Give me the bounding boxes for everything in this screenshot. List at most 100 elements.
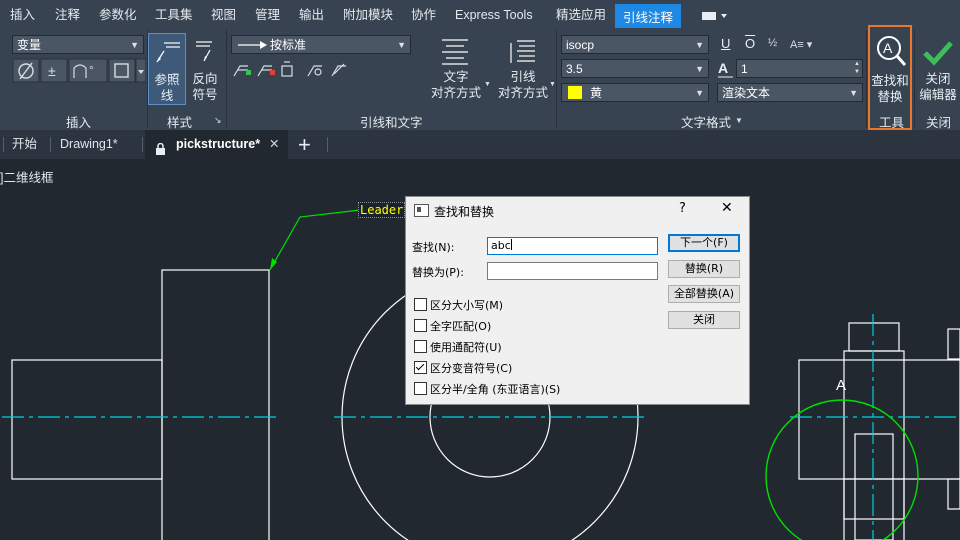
option-label: 使用通配符(U) (430, 341, 502, 354)
close-editor-button[interactable]: 关闭 编辑器 (916, 33, 960, 105)
option-match-case[interactable]: 区分大小写(M) (414, 297, 503, 313)
find-replace-icon: A (875, 34, 907, 73)
menu-leader-annotation[interactable]: 引线注释 (615, 4, 682, 28)
dialog-close-button[interactable]: ✕ (721, 200, 733, 216)
find-input[interactable]: abc (487, 237, 658, 255)
option-label: 全字匹配(O) (430, 320, 492, 333)
replace-button[interactable]: 替换(R) (668, 260, 740, 278)
text-align-button[interactable]: 文字 对齐方式 ▼ (430, 33, 491, 105)
tab-pickstructure[interactable]: pickstructure* ✕ (145, 130, 288, 159)
text-align-icon (440, 37, 470, 70)
tab-pickstructure-label: pickstructure* (176, 137, 261, 151)
find-input-value: abc (491, 239, 511, 252)
underline-button[interactable]: U (721, 36, 730, 51)
menu-addins[interactable]: 附加模块 (343, 0, 393, 28)
chevron-down-icon: ▼ (695, 64, 704, 74)
checkbox[interactable] (414, 361, 427, 374)
tab-separator (3, 137, 4, 152)
svg-text:°: ° (89, 63, 94, 77)
chevron-down-icon: ▼ (397, 40, 406, 50)
chevron-down-icon[interactable]: ▼ (735, 116, 743, 125)
chevron-down-icon: ▼ (695, 88, 704, 98)
dialog-launcher-icon[interactable]: ↘ (214, 115, 222, 126)
dialog-title: 查找和替换 (434, 205, 495, 219)
option-whole-word[interactable]: 全字匹配(O) (414, 318, 491, 334)
menu-manage[interactable]: 管理 (255, 0, 280, 28)
find-replace-label: 查找和 替换 (871, 74, 909, 104)
text-case-icon[interactable]: A≡ ▾ (790, 38, 812, 51)
menu-view[interactable]: 视图 (211, 0, 236, 28)
document-tabs: 开始 Drawing1* pickstructure* ✕ + (0, 130, 960, 159)
menu-insert[interactable]: 插入 (10, 0, 35, 28)
tab-start[interactable]: 开始 (12, 130, 37, 159)
find-replace-button[interactable]: A 查找和 替换 工具 (868, 25, 912, 130)
overline-button[interactable]: O (745, 36, 755, 51)
chevron-down-icon: ▼ (695, 40, 704, 50)
add-tab-button[interactable]: + (298, 130, 311, 159)
menu-collaborate[interactable]: 协作 (411, 0, 436, 28)
spinner-icon[interactable]: ▲ ▼ (854, 60, 860, 76)
svg-text:±: ± (48, 63, 56, 79)
menu-parametric[interactable]: 参数化 (99, 0, 137, 28)
checkbox[interactable] (414, 382, 427, 395)
leader-text[interactable]: Leader (358, 202, 406, 218)
checkbox[interactable] (414, 298, 427, 311)
font-value: isocp (566, 38, 595, 52)
panel-toggle-icon[interactable] (702, 10, 728, 20)
layer-dropdown-value: 变量 (17, 38, 42, 52)
option-label: 区分半/全角 (东亚语言)(S) (430, 383, 561, 396)
reverse-symbol-button[interactable]: 反向 符号 (188, 33, 222, 105)
leader-group-label: 引线和文字 (360, 116, 423, 130)
close-icon[interactable]: ✕ (269, 130, 279, 159)
text-color-dropdown[interactable]: 黄 ▼ (561, 83, 709, 102)
find-next-button[interactable]: 下一个(F) (668, 234, 740, 252)
menu-annotate[interactable]: 注释 (55, 0, 80, 28)
dialog-app-icon (414, 204, 429, 217)
find-replace-dialog: 查找和替换 ? ✕ 查找(N): abc 替换为(P): 下一个(F) 替换(R… (405, 196, 750, 405)
reverse-symbol-label: 反向 符号 (192, 72, 218, 102)
menu-output[interactable]: 输出 (299, 0, 324, 28)
help-button[interactable]: ? (679, 201, 686, 216)
text-format-group-label: 文字格式 (681, 116, 732, 130)
reference-line-icon (154, 37, 182, 70)
tab-drawing1[interactable]: Drawing1* (60, 130, 118, 159)
option-label: 区分大小写(M) (430, 299, 504, 312)
stack-icon[interactable]: ½ (768, 37, 777, 49)
reference-line-label: 参照 线 (154, 73, 180, 103)
chevron-down-icon: ▼ (849, 88, 858, 98)
option-wildcards[interactable]: 使用通配符(U) (414, 339, 502, 355)
checkbox[interactable] (414, 340, 427, 353)
leader-align-button[interactable]: 引线 对齐方式 ▼ (497, 33, 556, 105)
color-swatch (568, 86, 582, 99)
close-editor-label: 关闭 编辑器 (919, 72, 957, 102)
replace-input[interactable] (487, 262, 658, 280)
reference-line-button[interactable]: 参照 线 (148, 33, 186, 105)
menu-featured-apps[interactable]: 精选应用 (556, 0, 606, 28)
insert-group-label: 插入 (66, 116, 92, 130)
menu-toolsets[interactable]: 工具集 (155, 0, 193, 28)
font-dropdown[interactable]: isocp ▼ (561, 35, 709, 54)
close-group-label: 关闭 (926, 116, 952, 130)
tools-group-label: 工具 (879, 116, 905, 130)
checkbox[interactable] (414, 319, 427, 332)
arrow-style-dropdown[interactable]: 按标准 ▼ (231, 35, 411, 54)
option-diacritics[interactable]: 区分变音符号(C) (414, 360, 512, 376)
tab-separator (327, 137, 328, 152)
option-half-full-width[interactable]: 区分半/全角 (东亚语言)(S) (414, 381, 560, 397)
symbol-buttons: ± ° (12, 58, 147, 84)
render-text-dropdown[interactable]: 渲染文本 ▼ (717, 83, 863, 102)
reverse-symbol-icon (192, 36, 220, 69)
menu-express-tools[interactable]: Express Tools (455, 0, 533, 28)
close-button[interactable]: 关闭 (668, 311, 740, 329)
tab-separator (142, 137, 143, 152)
replace-all-button[interactable]: 全部替换(A) (668, 285, 740, 303)
text-align-label: 文字 对齐方式 (430, 70, 481, 100)
width-factor-input[interactable]: 1 ▲ ▼ (736, 59, 863, 78)
arrow-style-value: 按标准 (270, 38, 307, 52)
leader-tool-icons (232, 60, 352, 80)
text-height-dropdown[interactable]: 3.5 ▼ (561, 59, 709, 78)
menu-bar: 插入 注释 参数化 工具集 视图 管理 输出 附加模块 协作 Express T… (0, 0, 960, 28)
layer-dropdown[interactable]: 变量 ▼ (12, 35, 144, 54)
replace-label: 替换为(P): (412, 266, 464, 279)
width-factor-value: 1 (741, 62, 748, 76)
